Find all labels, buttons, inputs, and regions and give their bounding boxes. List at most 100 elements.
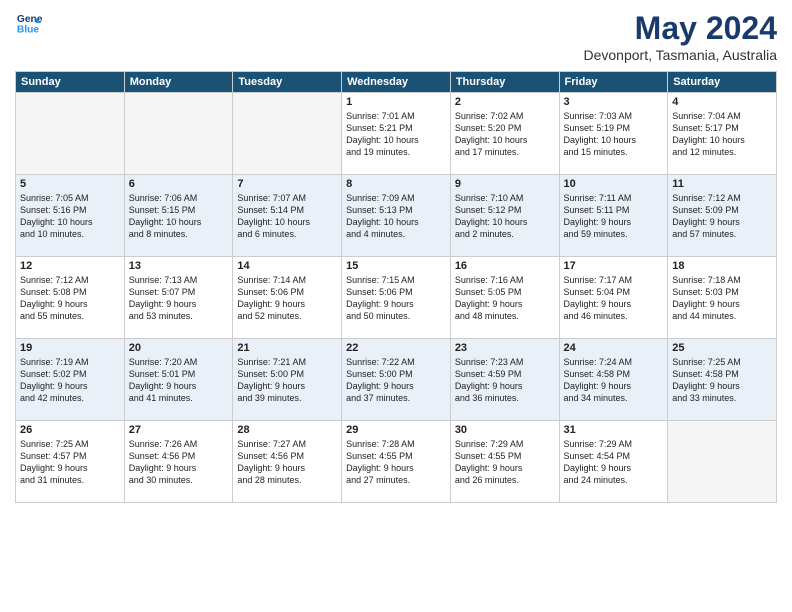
day-number: 28 xyxy=(237,424,337,436)
col-tuesday: Tuesday xyxy=(233,72,342,93)
table-row: 21 Sunrise: 7:21 AM Sunset: 5:00 PM Dayli… xyxy=(233,339,342,421)
table-row: 11 Sunrise: 7:12 AM Sunset: 5:09 PM Dayli… xyxy=(668,175,777,257)
table-row: 30 Sunrise: 7:29 AM Sunset: 4:55 PM Dayli… xyxy=(450,421,559,503)
cell-content: Sunrise: 7:13 AM Sunset: 5:07 PM Dayligh… xyxy=(129,274,229,323)
calendar-week-row: 12 Sunrise: 7:12 AM Sunset: 5:08 PM Dayli… xyxy=(16,257,777,339)
cell-content: Sunrise: 7:17 AM Sunset: 5:04 PM Dayligh… xyxy=(564,274,664,323)
table-row: 6 Sunrise: 7:06 AM Sunset: 5:15 PM Daylig… xyxy=(124,175,233,257)
col-monday: Monday xyxy=(124,72,233,93)
day-number: 13 xyxy=(129,260,229,272)
day-number: 23 xyxy=(455,342,555,354)
day-number: 29 xyxy=(346,424,446,436)
table-row: 4 Sunrise: 7:04 AM Sunset: 5:17 PM Daylig… xyxy=(668,93,777,175)
calendar-week-row: 1 Sunrise: 7:01 AM Sunset: 5:21 PM Daylig… xyxy=(16,93,777,175)
title-block: May 2024 Devonport, Tasmania, Australia xyxy=(583,10,777,63)
cell-content: Sunrise: 7:12 AM Sunset: 5:08 PM Dayligh… xyxy=(20,274,120,323)
cell-content: Sunrise: 7:29 AM Sunset: 4:55 PM Dayligh… xyxy=(455,438,555,487)
day-number: 18 xyxy=(672,260,772,272)
day-number: 16 xyxy=(455,260,555,272)
day-number: 3 xyxy=(564,96,664,108)
table-row xyxy=(233,93,342,175)
cell-content: Sunrise: 7:06 AM Sunset: 5:15 PM Dayligh… xyxy=(129,192,229,241)
table-row: 15 Sunrise: 7:15 AM Sunset: 5:06 PM Dayli… xyxy=(342,257,451,339)
day-number: 25 xyxy=(672,342,772,354)
day-number: 9 xyxy=(455,178,555,190)
cell-content: Sunrise: 7:05 AM Sunset: 5:16 PM Dayligh… xyxy=(20,192,120,241)
table-row xyxy=(124,93,233,175)
day-number: 30 xyxy=(455,424,555,436)
table-row: 27 Sunrise: 7:26 AM Sunset: 4:56 PM Dayli… xyxy=(124,421,233,503)
cell-content: Sunrise: 7:02 AM Sunset: 5:20 PM Dayligh… xyxy=(455,110,555,159)
day-number: 21 xyxy=(237,342,337,354)
day-number: 22 xyxy=(346,342,446,354)
table-row: 18 Sunrise: 7:18 AM Sunset: 5:03 PM Dayli… xyxy=(668,257,777,339)
cell-content: Sunrise: 7:10 AM Sunset: 5:12 PM Dayligh… xyxy=(455,192,555,241)
table-row: 12 Sunrise: 7:12 AM Sunset: 5:08 PM Dayli… xyxy=(16,257,125,339)
day-number: 4 xyxy=(672,96,772,108)
col-sunday: Sunday xyxy=(16,72,125,93)
table-row: 28 Sunrise: 7:27 AM Sunset: 4:56 PM Dayli… xyxy=(233,421,342,503)
col-wednesday: Wednesday xyxy=(342,72,451,93)
table-row: 22Sunrise: 7:22 AM Sunset: 5:00 PM Dayli… xyxy=(342,339,451,421)
table-row: 26Sunrise: 7:25 AM Sunset: 4:57 PM Dayli… xyxy=(16,421,125,503)
cell-content: Sunrise: 7:24 AM Sunset: 4:58 PM Dayligh… xyxy=(564,356,664,405)
table-row: 19 Sunrise: 7:19 AM Sunset: 5:02 PM Dayli… xyxy=(16,339,125,421)
cell-content: Sunrise: 7:25 AM Sunset: 4:58 PM Dayligh… xyxy=(672,356,772,405)
cell-content: Sunrise: 7:29 AM Sunset: 4:54 PM Dayligh… xyxy=(564,438,664,487)
cell-content: Sunrise: 7:04 AM Sunset: 5:17 PM Dayligh… xyxy=(672,110,772,159)
day-number: 12 xyxy=(20,260,120,272)
svg-text:Blue: Blue xyxy=(17,24,40,35)
calendar: Sunday Monday Tuesday Wednesday Thursday… xyxy=(15,71,777,503)
cell-content: Sunrise: 7:16 AM Sunset: 5:05 PM Dayligh… xyxy=(455,274,555,323)
logo: General Blue xyxy=(15,10,43,38)
day-number: 26 xyxy=(20,424,120,436)
day-number: 1 xyxy=(346,96,446,108)
day-number: 15 xyxy=(346,260,446,272)
table-row: 2Sunrise: 7:02 AM Sunset: 5:20 PM Daylig… xyxy=(450,93,559,175)
cell-content: Sunrise: 7:11 AM Sunset: 5:11 PM Dayligh… xyxy=(564,192,664,241)
cell-content: Sunrise: 7:21 AM Sunset: 5:00 PM Dayligh… xyxy=(237,356,337,405)
month-title: May 2024 xyxy=(583,10,777,47)
day-number: 11 xyxy=(672,178,772,190)
table-row: 13 Sunrise: 7:13 AM Sunset: 5:07 PM Dayli… xyxy=(124,257,233,339)
col-friday: Friday xyxy=(559,72,668,93)
cell-content: Sunrise: 7:15 AM Sunset: 5:06 PM Dayligh… xyxy=(346,274,446,323)
day-number: 20 xyxy=(129,342,229,354)
cell-content: Sunrise: 7:27 AM Sunset: 4:56 PM Dayligh… xyxy=(237,438,337,487)
day-number: 17 xyxy=(564,260,664,272)
table-row: 29 Sunrise: 7:28 AM Sunset: 4:55 PM Dayli… xyxy=(342,421,451,503)
table-row: 24 Sunrise: 7:24 AM Sunset: 4:58 PM Dayli… xyxy=(559,339,668,421)
table-row: 5Sunrise: 7:05 AM Sunset: 5:16 PM Daylig… xyxy=(16,175,125,257)
table-row: 31Sunrise: 7:29 AM Sunset: 4:54 PM Dayli… xyxy=(559,421,668,503)
day-number: 19 xyxy=(20,342,120,354)
calendar-week-row: 26Sunrise: 7:25 AM Sunset: 4:57 PM Dayli… xyxy=(16,421,777,503)
table-row: 3Sunrise: 7:03 AM Sunset: 5:19 PM Daylig… xyxy=(559,93,668,175)
cell-content: Sunrise: 7:01 AM Sunset: 5:21 PM Dayligh… xyxy=(346,110,446,159)
cell-content: Sunrise: 7:12 AM Sunset: 5:09 PM Dayligh… xyxy=(672,192,772,241)
day-number: 6 xyxy=(129,178,229,190)
table-row: 8 Sunrise: 7:09 AM Sunset: 5:13 PM Daylig… xyxy=(342,175,451,257)
cell-content: Sunrise: 7:26 AM Sunset: 4:56 PM Dayligh… xyxy=(129,438,229,487)
day-number: 8 xyxy=(346,178,446,190)
cell-content: Sunrise: 7:09 AM Sunset: 5:13 PM Dayligh… xyxy=(346,192,446,241)
cell-content: Sunrise: 7:28 AM Sunset: 4:55 PM Dayligh… xyxy=(346,438,446,487)
day-number: 24 xyxy=(564,342,664,354)
table-row: 20 Sunrise: 7:20 AM Sunset: 5:01 PM Dayli… xyxy=(124,339,233,421)
table-row: 1 Sunrise: 7:01 AM Sunset: 5:21 PM Daylig… xyxy=(342,93,451,175)
table-row: 10 Sunrise: 7:11 AM Sunset: 5:11 PM Dayli… xyxy=(559,175,668,257)
table-row: 7Sunrise: 7:07 AM Sunset: 5:14 PM Daylig… xyxy=(233,175,342,257)
cell-content: Sunrise: 7:23 AM Sunset: 4:59 PM Dayligh… xyxy=(455,356,555,405)
table-row: 9 Sunrise: 7:10 AM Sunset: 5:12 PM Daylig… xyxy=(450,175,559,257)
table-row: 17 Sunrise: 7:17 AM Sunset: 5:04 PM Dayli… xyxy=(559,257,668,339)
calendar-header-row: Sunday Monday Tuesday Wednesday Thursday… xyxy=(16,72,777,93)
cell-content: Sunrise: 7:18 AM Sunset: 5:03 PM Dayligh… xyxy=(672,274,772,323)
col-thursday: Thursday xyxy=(450,72,559,93)
cell-content: Sunrise: 7:19 AM Sunset: 5:02 PM Dayligh… xyxy=(20,356,120,405)
day-number: 10 xyxy=(564,178,664,190)
day-number: 27 xyxy=(129,424,229,436)
logo-icon: General Blue xyxy=(15,10,43,38)
day-number: 14 xyxy=(237,260,337,272)
header: General Blue May 2024 Devonport, Tasmani… xyxy=(15,10,777,63)
col-saturday: Saturday xyxy=(668,72,777,93)
cell-content: Sunrise: 7:20 AM Sunset: 5:01 PM Dayligh… xyxy=(129,356,229,405)
